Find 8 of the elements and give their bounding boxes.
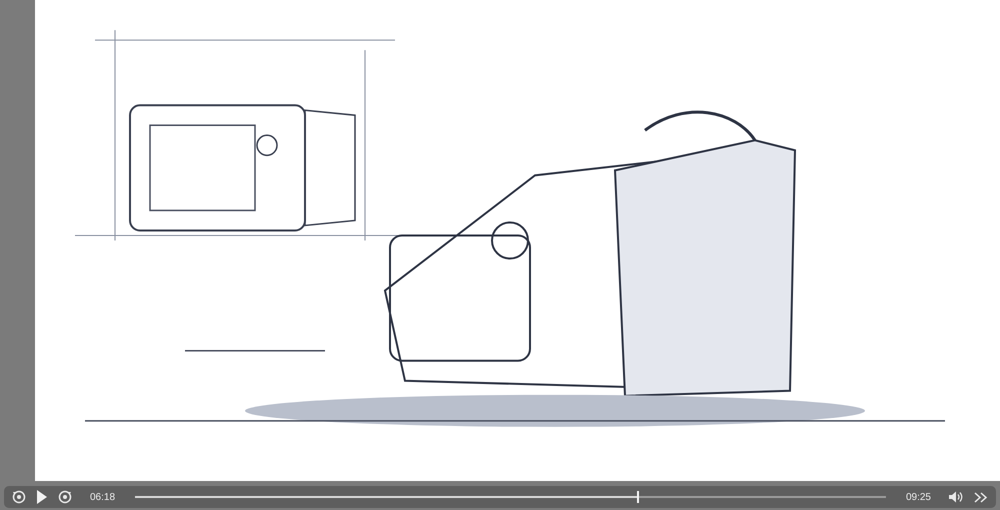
volume-icon[interactable] — [949, 491, 964, 503]
play-icon[interactable] — [36, 490, 48, 504]
duration: 09:25 — [906, 492, 931, 502]
current-time: 06:18 — [90, 492, 116, 502]
double-chevron-icon[interactable] — [974, 492, 988, 502]
skip-back-icon[interactable] — [12, 490, 26, 504]
skip-forward-icon[interactable] — [58, 490, 72, 504]
progress-handle[interactable] — [637, 491, 640, 503]
